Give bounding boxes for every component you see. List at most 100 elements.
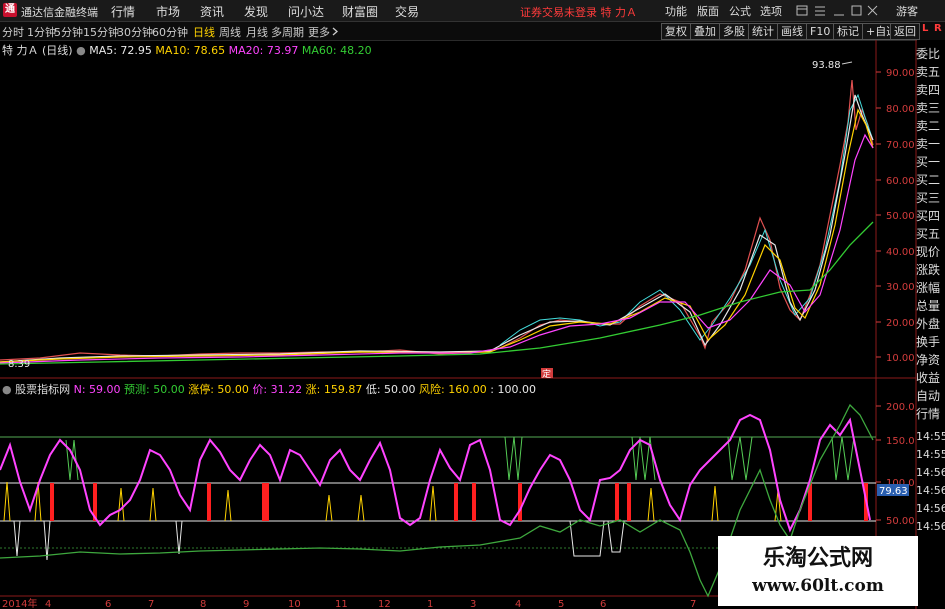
menu-options[interactable]: 选项 [760, 3, 782, 19]
tf-daily[interactable]: 日线 [193, 24, 215, 40]
menu-icon[interactable] [815, 6, 825, 16]
close-icon[interactable] [867, 5, 878, 16]
corner-r-label: R [934, 23, 942, 34]
quote-item: 收益 [916, 371, 941, 385]
menu-formula[interactable]: 公式 [729, 3, 751, 19]
auto-quote-label: 行情 [916, 407, 941, 421]
btn-mark[interactable]: 标记 [833, 23, 863, 40]
price-tick: 40.00 [886, 247, 915, 258]
ind-tick: 150.0 [886, 436, 915, 447]
date-tick: 8 [200, 599, 206, 609]
date-tick: 4 [515, 599, 521, 609]
ind-risk: 风险: 160.00 [419, 383, 487, 396]
date-tick: 9 [243, 599, 249, 609]
tf-15min[interactable]: 15分钟 [83, 24, 119, 40]
quote-item: 涨幅 [916, 281, 941, 295]
guest-label[interactable]: 游客 [896, 3, 918, 19]
tf-more[interactable]: 更多 [308, 24, 330, 40]
ind-n: N: 59.00 [73, 383, 121, 396]
date-tick: 3 [470, 599, 476, 609]
tf-30min[interactable]: 30分钟 [117, 24, 153, 40]
tf-1min[interactable]: 1分钟 [27, 24, 56, 40]
menu-news[interactable]: 资讯 [200, 3, 224, 20]
price-tick: 10.00 [886, 353, 915, 364]
ind-tick: 50.00 [886, 516, 915, 527]
ind-current-value: 79.63 [879, 486, 908, 497]
chart-area[interactable]: 90.00 80.00 70.00 60.00 50.00 40.00 30.0… [0, 40, 945, 609]
indicator-name[interactable]: 股票指标网 [15, 383, 70, 396]
date-tick: 10 [288, 599, 301, 609]
menu-layout[interactable]: 版面 [697, 3, 719, 19]
ind-white-spikes [13, 520, 625, 561]
btn-back[interactable]: 返回 [890, 23, 920, 40]
quote-item: 委比 [916, 47, 941, 61]
skin-icon[interactable] [796, 5, 808, 16]
indicator-axis: 200.0 150.0 100.0 50.00 [876, 402, 915, 527]
date-tick: 6 [600, 599, 606, 609]
date-tick: 5 [558, 599, 564, 609]
price-tick: 70.00 [886, 140, 915, 151]
tick-time: 14:55 [916, 448, 945, 461]
tf-multi[interactable]: 多周期 [271, 24, 304, 40]
btn-f10[interactable]: F10 [806, 23, 835, 40]
quote-item: 买五 [916, 227, 941, 241]
ind-green-spikes [65, 436, 855, 481]
quote-item: 买四 [916, 209, 941, 223]
tf-weekly[interactable]: 周线 [219, 24, 241, 40]
menu-wealth[interactable]: 财富圈 [342, 3, 378, 20]
high-pointer [841, 61, 853, 65]
price-tick: 90.00 [886, 68, 915, 79]
login-warning[interactable]: 证券交易未登录 特 力Ａ [520, 4, 637, 20]
watermark-title: 乐淘公式网 [762, 545, 873, 571]
auto-quote-toggle[interactable]: 自动 [916, 388, 945, 406]
quote-item: 卖二 [916, 119, 941, 133]
tick-time: 14:56 [916, 484, 945, 497]
date-tick: 2014年 [2, 597, 37, 609]
date-tick: 7 [690, 599, 696, 609]
menu-quotes[interactable]: 行情 [111, 3, 135, 20]
window-controls [796, 5, 878, 16]
maximize-icon[interactable] [851, 5, 862, 16]
ind-forecast: 预测: 50.00 [124, 383, 185, 396]
ind-low: 低: 50.00 [365, 383, 416, 396]
btn-draw[interactable]: 画线 [777, 23, 807, 40]
btn-statistics[interactable]: 统计 [748, 23, 778, 40]
quote-item: 卖五 [916, 65, 941, 79]
date-tick: 1 [427, 599, 433, 609]
tf-60min[interactable]: 60分钟 [152, 24, 188, 40]
menu-functions[interactable]: 功能 [665, 3, 687, 19]
ind-tick: 200.0 [886, 402, 915, 413]
tick-time: 14:55 [916, 430, 945, 443]
date-tick: 4 [45, 599, 51, 609]
price-tick: 60.00 [886, 176, 915, 187]
ma60-line [0, 221, 874, 365]
menu-trade[interactable]: 交易 [395, 3, 419, 20]
ma10-line [0, 108, 874, 363]
menu-discover[interactable]: 发现 [244, 3, 268, 20]
quote-item: 买二 [916, 173, 941, 187]
menu-market[interactable]: 市场 [156, 3, 180, 20]
title-bar: 通 通达信金融终端 行情 市场 资讯 发现 问小达 财富圈 交易 证券交易未登录… [0, 0, 945, 22]
watermark-url: www.60lt.com [752, 576, 884, 596]
price-tick: 50.00 [886, 211, 915, 222]
watermark: 乐淘公式网 www.60lt.com [718, 536, 918, 606]
settings-dot-icon[interactable]: ● [2, 383, 12, 396]
tf-5min[interactable]: 5分钟 [54, 24, 83, 40]
ind-rise: 涨: 159.87 [305, 383, 363, 396]
tf-timeshare[interactable]: 分时 [2, 24, 24, 40]
date-tick: 7 [148, 599, 154, 609]
quote-item: 卖四 [916, 83, 941, 97]
btn-multi-stock[interactable]: 多股 [719, 23, 749, 40]
btn-overlay[interactable]: 叠加 [690, 23, 720, 40]
quote-item: 现价 [916, 245, 941, 259]
chevron-right-icon[interactable] [332, 27, 339, 36]
menu-ask[interactable]: 问小达 [288, 3, 324, 20]
tf-monthly[interactable]: 月线 [246, 24, 268, 40]
low-label: 8.39 [8, 359, 30, 370]
btn-restore-rights[interactable]: 复权 [661, 23, 691, 40]
price-tick: 20.00 [886, 318, 915, 329]
ind-limit-up: 涨停: 50.00 [188, 383, 249, 396]
quote-item: 总量 [916, 299, 941, 313]
ind-base: : 100.00 [490, 383, 536, 396]
price-tick: 80.00 [886, 104, 915, 115]
